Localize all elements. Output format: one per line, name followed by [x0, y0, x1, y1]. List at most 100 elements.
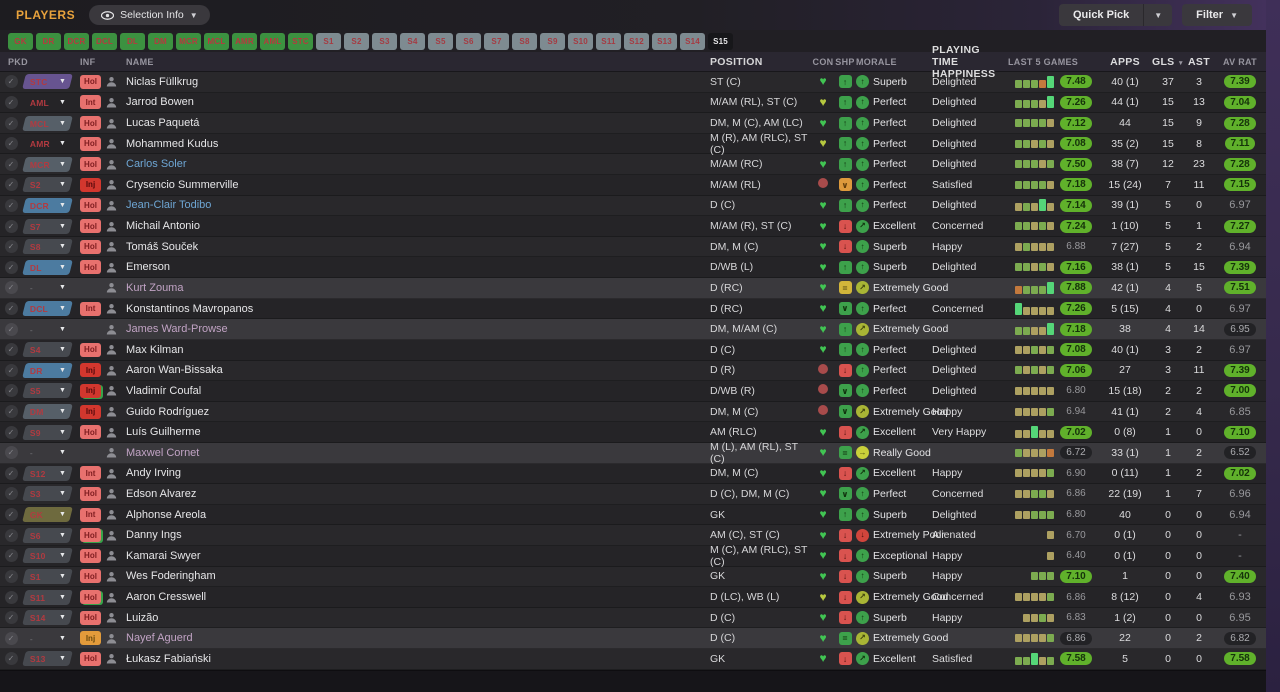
column-header-position[interactable]: POSITION — [710, 56, 812, 68]
picked-check-icon[interactable]: ✓ — [4, 260, 18, 274]
player-name[interactable]: Tomáš Souček — [126, 241, 710, 253]
slot-tab-s6[interactable]: S6 — [456, 32, 481, 50]
column-header-pkd[interactable]: PKD — [8, 57, 76, 67]
info-badge-hol[interactable]: Hol — [80, 651, 101, 666]
picked-check-icon[interactable]: ✓ — [4, 302, 18, 315]
info-badge-hol[interactable]: Hol — [80, 74, 101, 89]
picked-check-icon[interactable]: ✓ — [4, 528, 18, 542]
player-row[interactable]: ✓ S13 ▼ Hol Łukasz Fabiański GK ♥ ↓ ↗ Excellent Sa… — [0, 649, 1266, 670]
pkd-position-badge[interactable]: S13 ▼ — [22, 651, 73, 667]
info-badge-int[interactable]: Int — [80, 507, 101, 522]
picked-check-icon[interactable]: ✓ — [4, 322, 18, 336]
column-header-gls[interactable]: GLS ▼ — [1152, 56, 1184, 68]
player-row[interactable]: ✓ AML ▼ Int Jarrod Bowen M/AM (RL), ST (C) ♥ ↑ ↑… — [0, 92, 1266, 114]
player-name[interactable]: Nayef Aguerd — [126, 632, 710, 644]
column-header-name[interactable]: NAME — [123, 57, 710, 67]
pkd-position-badge[interactable]: DL ▼ — [22, 259, 73, 275]
info-badge-inj[interactable]: Inj — [80, 404, 101, 419]
pkd-position-badge[interactable]: MCR ▼ — [22, 156, 73, 172]
slot-tab-dr[interactable]: DR — [36, 32, 61, 50]
player-name[interactable]: Max Kilman — [126, 344, 710, 356]
player-name[interactable]: Kurt Zouma — [126, 282, 710, 294]
player-row[interactable]: ✓ DCL ▼ Int Konstantinos Mavropanos D (RC) ♥ ∨ ↑… — [0, 298, 1266, 320]
column-header-avrat[interactable]: AV RAT — [1214, 57, 1266, 67]
column-header-playing-time[interactable]: PLAYING TIME HAPPINESS — [932, 44, 1008, 80]
pkd-position-badge[interactable]: MCL ▼ — [22, 115, 73, 131]
window-edge-scroll-strip[interactable] — [1266, 0, 1280, 692]
info-badge-hol[interactable]: Hol — [80, 260, 101, 275]
slot-tab-s7[interactable]: S7 — [484, 32, 509, 50]
pkd-position-badge[interactable]: S5 ▼ — [22, 383, 73, 399]
player-row[interactable]: ✓ S1 ▼ Hol Wes Foderingham GK ♥ ↓ ↑ Superb Happy 7.… — [0, 566, 1266, 588]
player-row[interactable]: ✓ S7 ▼ Hol Michail Antonio M/AM (R), ST (C) ♥ ↓… — [0, 216, 1266, 237]
player-name[interactable]: Andy Irving — [126, 467, 710, 479]
player-row[interactable]: ✓ STC ▼ Hol Niclas Füllkrug ST (C) ♥ ↑ ↑ Superb De… — [0, 72, 1266, 93]
player-name[interactable]: Mohammed Kudus — [126, 138, 710, 150]
picked-check-icon[interactable]: ✓ — [4, 281, 18, 295]
picked-check-icon[interactable]: ✓ — [4, 343, 18, 357]
player-row[interactable]: ✓ - ▼ Maxwel Cornet M (L), AM (RL), ST (C) ♥ =… — [0, 441, 1266, 465]
slot-tab-s14[interactable]: S14 — [680, 32, 705, 50]
player-row[interactable]: ✓ - ▼ Inj Nayef Aguerd D (C) ♥ = ↗ Extremely Good… — [0, 628, 1266, 650]
picked-check-icon[interactable]: ✓ — [4, 590, 18, 604]
info-badge-hol[interactable]: Hol — [80, 219, 101, 234]
player-name[interactable]: Danny Ings — [126, 529, 710, 541]
player-row[interactable]: ✓ GK ▼ Int Alphonse Areola GK ♥ ↑ ↑ Superb Delight… — [0, 504, 1266, 526]
player-name[interactable]: Michail Antonio — [126, 220, 710, 232]
pkd-position-badge[interactable]: GK ▼ — [22, 507, 73, 523]
picked-check-icon[interactable]: ✓ — [4, 652, 18, 666]
slot-tab-s5[interactable]: S5 — [428, 32, 453, 50]
player-name[interactable]: Maxwel Cornet — [126, 447, 710, 459]
picked-check-icon[interactable]: ✓ — [4, 240, 18, 254]
picked-check-icon[interactable]: ✓ — [4, 487, 18, 501]
info-badge-hol[interactable]: Hol — [80, 569, 101, 584]
player-row[interactable]: ✓ - ▼ Kurt Zouma D (RC) ♥ = ↗ Extremely Good 7.88… — [0, 278, 1266, 299]
player-row[interactable]: ✓ S12 ▼ Int Andy Irving DM, M (C) ♥ ↓ ↗ Excellent… — [0, 463, 1266, 485]
picked-check-icon[interactable]: ✓ — [4, 95, 18, 109]
player-name[interactable]: Vladimír Coufal — [126, 385, 710, 397]
pkd-position-badge[interactable]: S14 ▼ — [22, 610, 73, 626]
info-badge-int[interactable]: Int — [80, 95, 101, 110]
slot-tab-dcl[interactable]: DCL — [92, 32, 117, 50]
picked-check-icon[interactable]: ✓ — [4, 116, 18, 130]
column-header-inf[interactable]: INF — [76, 57, 106, 67]
player-name[interactable]: Edson Alvarez — [126, 488, 710, 500]
pkd-position-badge[interactable]: S4 ▼ — [22, 342, 73, 358]
player-row[interactable]: ✓ S8 ▼ Hol Tomáš Souček DM, M (C) ♥ ↓ ↑ Superb Hap… — [0, 236, 1266, 258]
slot-tab-s9[interactable]: S9 — [540, 32, 565, 50]
slot-tab-dm[interactable]: DM — [148, 32, 173, 50]
player-name[interactable]: Luizão — [126, 612, 710, 624]
info-badge-hol[interactable]: Hol — [80, 157, 101, 172]
info-badge-int[interactable]: Int — [80, 466, 101, 481]
pkd-position-badge[interactable]: S8 ▼ — [22, 239, 73, 255]
pkd-position-badge[interactable]: S1 ▼ — [22, 568, 73, 584]
player-row[interactable]: ✓ DL ▼ Hol Emerson D/WB (L) ♥ ↑ ↑ Superb Delighted… — [0, 257, 1266, 279]
column-header-shp[interactable]: SHP — [834, 57, 856, 67]
slot-tab-dl[interactable]: DL — [120, 32, 145, 50]
info-badge-inj[interactable]: Inj — [80, 177, 101, 192]
picked-check-icon[interactable]: ✓ — [4, 178, 18, 192]
pkd-position-badge[interactable]: AML ▼ — [22, 95, 73, 110]
picked-check-icon[interactable]: ✓ — [4, 549, 18, 563]
info-badge-hol[interactable]: Hol — [80, 425, 101, 440]
picked-check-icon[interactable]: ✓ — [4, 466, 18, 480]
slot-tab-mcr[interactable]: MCR — [176, 32, 201, 50]
pkd-position-badge[interactable]: S2 ▼ — [22, 177, 73, 193]
slot-tab-stc[interactable]: STC — [288, 32, 313, 50]
info-badge-inj[interactable]: Inj — [80, 363, 101, 378]
player-name[interactable]: Wes Foderingham — [126, 570, 710, 582]
picked-check-icon[interactable]: ✓ — [4, 198, 18, 212]
info-badge-hol[interactable]: Hol — [80, 239, 101, 254]
player-name[interactable]: Alphonse Areola — [126, 509, 710, 521]
pkd-position-badge[interactable]: S9 ▼ — [22, 424, 73, 440]
column-header-ast[interactable]: AST — [1184, 56, 1214, 68]
player-name[interactable]: Jean-Clair Todibo — [126, 199, 710, 211]
info-badge-hol[interactable]: Hol — [80, 116, 101, 131]
player-name[interactable]: Crysencio Summerville — [126, 179, 710, 191]
pkd-position-badge[interactable]: - ▼ — [22, 445, 73, 460]
pkd-position-badge[interactable]: S7 ▼ — [22, 218, 73, 234]
info-badge-hol[interactable]: Hol — [80, 136, 101, 151]
player-name[interactable]: Guido Rodríguez — [126, 406, 710, 418]
slot-tab-s13[interactable]: S13 — [652, 32, 677, 50]
player-name[interactable]: Niclas Füllkrug — [126, 76, 710, 88]
